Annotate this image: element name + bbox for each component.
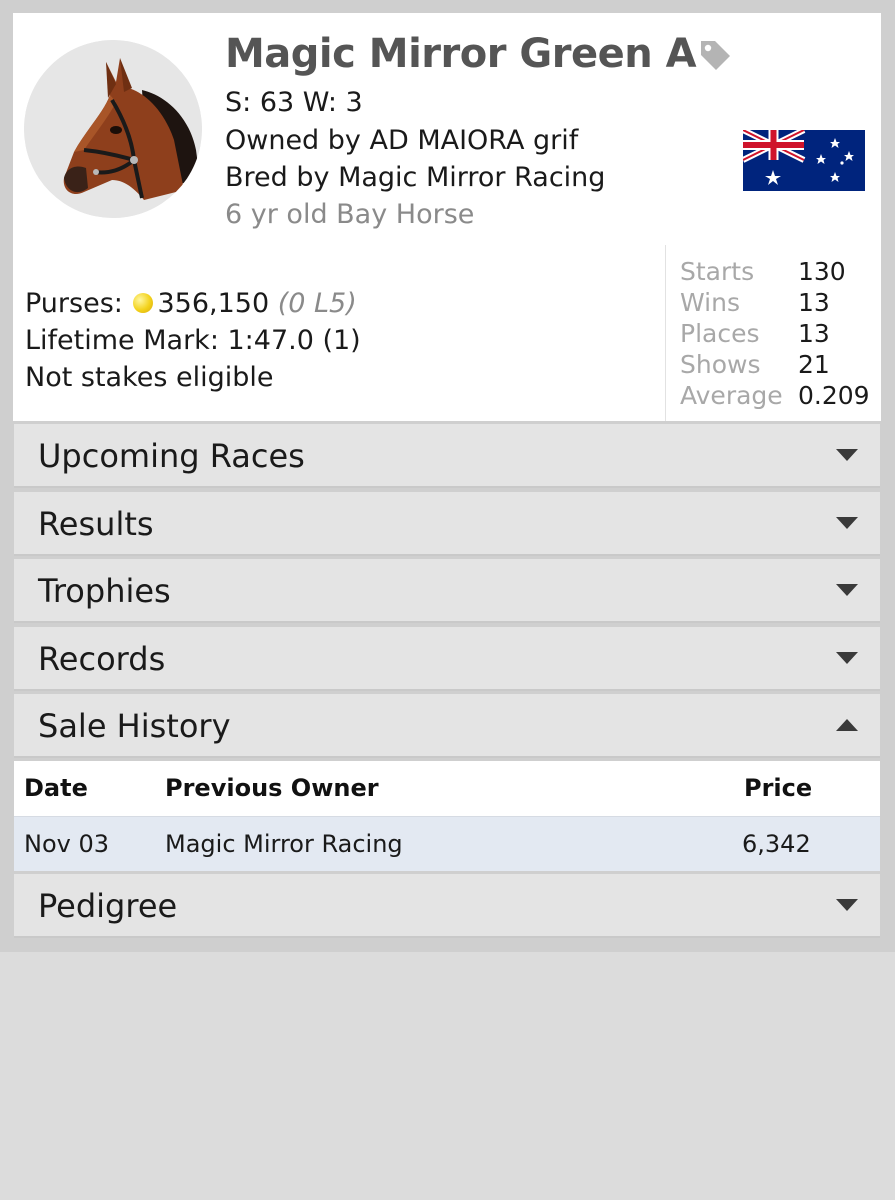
stat-places: Places 13 [680, 319, 830, 348]
stat-label: Wins [680, 288, 740, 317]
section-results[interactable]: Results [14, 492, 880, 556]
stat-average: Average 0.209 [680, 381, 870, 410]
chevron-up-icon [836, 719, 858, 731]
horse-name: Magic Mirror Green A [225, 31, 697, 77]
australia-flag [743, 130, 865, 191]
horse-description: 6 yr old Bay Horse [225, 199, 475, 230]
section-trophies[interactable]: Trophies [14, 559, 880, 623]
breeder-text[interactable]: Bred by Magic Mirror Racing [225, 162, 605, 193]
page-frame: Magic Mirror Green A S: 63 W: 3 Owned by… [0, 0, 895, 952]
purses-label: Purses: [25, 288, 123, 319]
stat-value: 13 [798, 319, 830, 348]
lifetime-mark: Lifetime Mark: 1:47.0 (1) [25, 325, 361, 356]
section-upcoming-races[interactable]: Upcoming Races [14, 424, 880, 488]
earnings-block: Purses: 356,150 (0 L5) Lifetime Mark: 1:… [25, 285, 361, 396]
table-header: Date Previous Owner Price [14, 761, 880, 816]
horse-avatar [24, 40, 202, 218]
sw-summary: S: 63 W: 3 [225, 87, 363, 118]
stat-value: 130 [798, 257, 846, 286]
section-title: Sale History [38, 707, 231, 745]
section-title: Trophies [38, 572, 171, 610]
stat-shows: Shows 21 [680, 350, 830, 379]
stat-label: Places [680, 319, 760, 348]
chevron-down-icon [836, 899, 858, 911]
stat-value: 21 [798, 350, 830, 379]
purses-value: 356,150 [157, 288, 270, 319]
section-records[interactable]: Records [14, 627, 880, 691]
cell-price: 6,342 [742, 830, 811, 858]
chevron-down-icon [836, 449, 858, 461]
section-title: Results [38, 505, 154, 543]
purses-last5: (0 L5) [277, 288, 357, 319]
stat-value: 0.209 [798, 381, 870, 410]
section-title: Pedigree [38, 887, 178, 925]
table-row[interactable]: Nov 03 Magic Mirror Racing 6,342 [14, 816, 880, 871]
column-price: Price [744, 774, 813, 802]
stat-wins: Wins 13 [680, 288, 830, 317]
horse-profile-card: Magic Mirror Green A S: 63 W: 3 Owned by… [13, 13, 881, 421]
section-sale-history[interactable]: Sale History [14, 694, 880, 758]
owner-text[interactable]: Owned by AD MAIORA grif [225, 125, 578, 156]
section-pedigree[interactable]: Pedigree [14, 874, 880, 938]
chevron-down-icon [836, 517, 858, 529]
coin-icon [133, 293, 154, 313]
section-title: Upcoming Races [38, 437, 305, 475]
stat-starts: Starts 130 [680, 257, 846, 286]
stakes-eligibility: Not stakes eligible [25, 362, 274, 393]
purses-line: Purses: 356,150 (0 L5) [25, 285, 361, 322]
tag-icon[interactable] [697, 37, 733, 73]
stat-label: Starts [680, 257, 755, 286]
stat-label: Average [680, 381, 783, 410]
stat-value: 13 [798, 288, 830, 317]
chevron-down-icon [836, 584, 858, 596]
section-title: Records [38, 640, 166, 678]
cell-previous-owner[interactable]: Magic Mirror Racing [165, 817, 403, 872]
chevron-down-icon [836, 652, 858, 664]
cell-date: Nov 03 [24, 830, 110, 858]
column-date: Date [24, 774, 88, 802]
stats-panel: Starts 130 Wins 13 Places 13 Shows 21 Averag… [665, 245, 881, 421]
column-previous-owner: Previous Owner [165, 774, 379, 802]
stat-label: Shows [680, 350, 761, 379]
sale-history-table: Date Previous Owner Price Nov 03 Magic M… [14, 761, 880, 871]
